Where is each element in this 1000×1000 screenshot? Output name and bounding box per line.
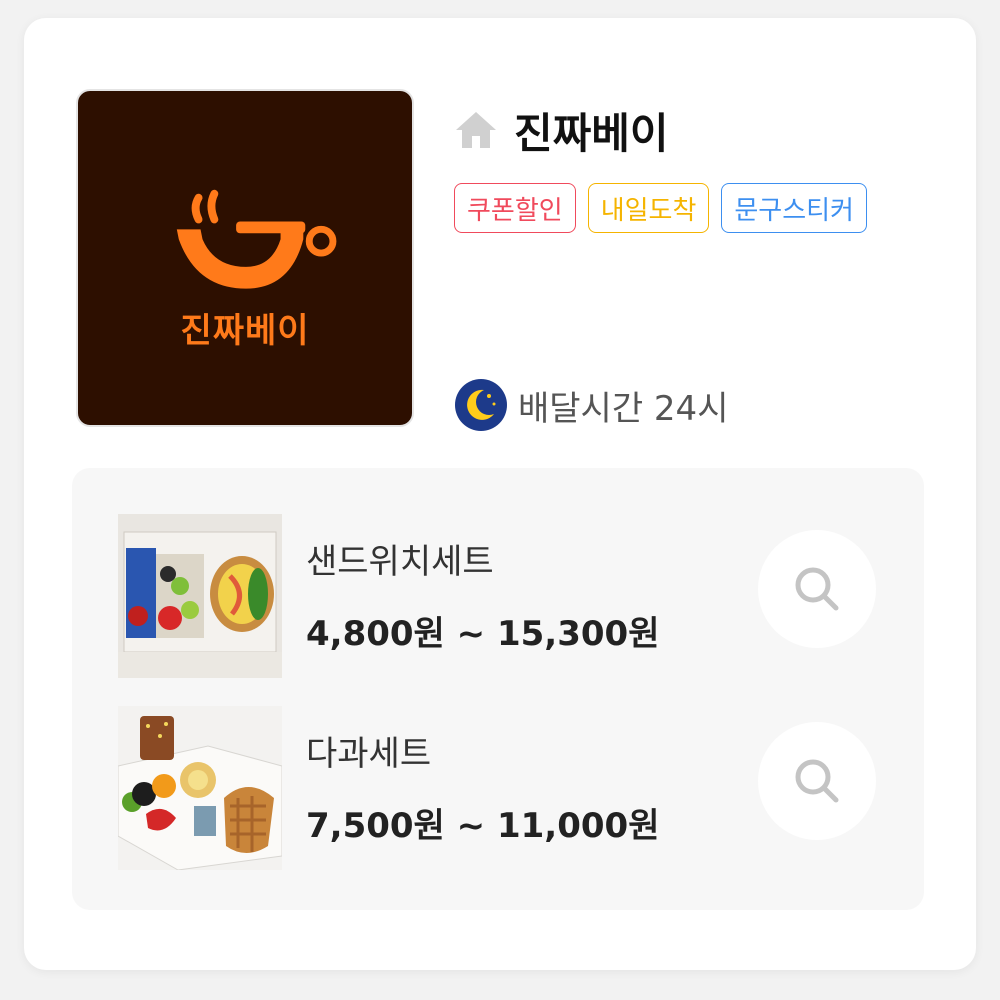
logo-wordmark: 진짜베이 <box>180 311 310 351</box>
cup-logo-icon <box>176 189 337 289</box>
tag-next-day[interactable]: 내일도착 <box>587 183 710 233</box>
store-logo[interactable]: 진짜베이 <box>76 89 414 427</box>
moon-icon <box>454 378 508 432</box>
product-item[interactable]: 샌드위치세트 4,800원 ~ 15,300원 <box>118 514 888 680</box>
search-icon <box>795 567 839 611</box>
dessert-set-photo[interactable] <box>118 706 282 870</box>
delivery-time: 배달시간 24시 <box>518 388 729 429</box>
product-name[interactable]: 다과세트 <box>306 726 431 775</box>
delivery-info: 배달시간 24시 <box>454 378 728 432</box>
product-name[interactable]: 샌드위치세트 <box>306 534 494 583</box>
search-icon <box>795 759 839 803</box>
store-tags: 쿠폰할인 내일도착 문구스티커 <box>454 183 867 233</box>
product-list: 샌드위치세트 4,800원 ~ 15,300원 다과세트 7,500원 ~ 11… <box>72 468 924 910</box>
product-price: 7,500원 ~ 11,000원 <box>306 806 660 846</box>
tag-stationery[interactable]: 문구스티커 <box>721 183 867 233</box>
product-item[interactable]: 다과세트 7,500원 ~ 11,000원 <box>118 706 888 872</box>
home-icon[interactable] <box>454 108 498 152</box>
product-price: 4,800원 ~ 15,300원 <box>306 614 660 654</box>
tag-coupon[interactable]: 쿠폰할인 <box>454 183 576 233</box>
store-name[interactable]: 진짜베이 <box>514 100 669 161</box>
product-search-button[interactable] <box>758 722 876 840</box>
sandwich-set-photo[interactable] <box>118 514 282 678</box>
store-card: 진짜베이 진짜베이 쿠폰할인 내일도착 문구스티커 배달시간 24시 샌드위치세… <box>24 18 976 970</box>
store-header: 진짜베이 <box>454 100 669 160</box>
product-search-button[interactable] <box>758 530 876 648</box>
